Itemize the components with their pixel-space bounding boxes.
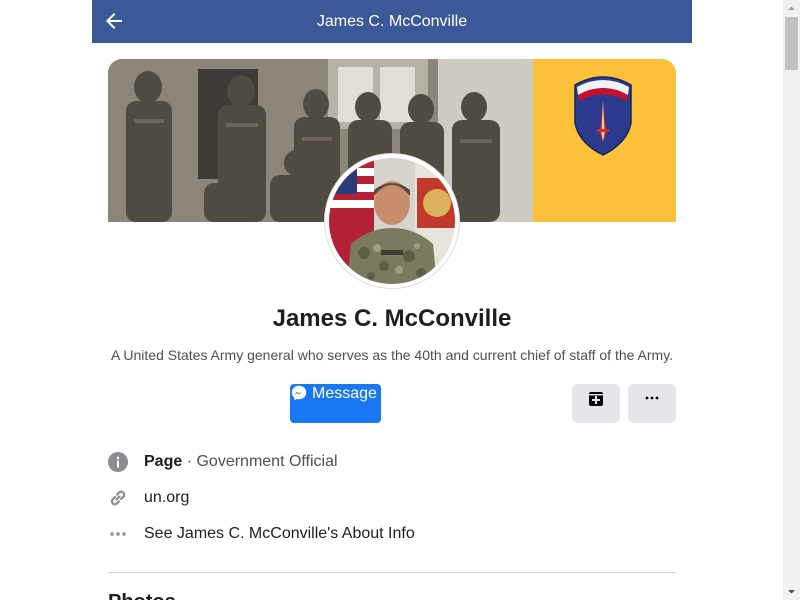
info-icon [108, 452, 128, 472]
scroll-down-button[interactable] [783, 583, 800, 600]
page-scrollbar[interactable] [783, 0, 800, 600]
save-button[interactable] [572, 384, 620, 423]
about-info-link[interactable]: See James C. McConville's About Info [144, 522, 415, 546]
link-icon [110, 490, 126, 506]
category-separator: · [182, 453, 197, 470]
page-category-value: Government Official [196, 453, 338, 470]
top-navigation-bar: James C. McConville [92, 0, 692, 43]
page-category-text: Page · Government Official [144, 450, 338, 474]
message-button[interactable]: Message [290, 384, 381, 423]
soldiers-group-image [108, 59, 533, 222]
page-type-label: Page [144, 453, 183, 470]
profile-description: A United States Army general who serves … [110, 347, 674, 363]
army-europe-insignia-icon [574, 76, 632, 156]
website-link[interactable]: un.org [144, 486, 189, 510]
viewport: James C. McConville James C. McConville … [0, 0, 800, 600]
caret-down-icon [788, 590, 795, 594]
page-category-row: Page · Government Official [108, 450, 508, 474]
website-row[interactable]: un.org [108, 486, 408, 510]
profile-portrait-image [329, 158, 455, 284]
bookmark-plus-icon [589, 392, 603, 406]
page-title: James C. McConville [316, 13, 468, 30]
messenger-icon [291, 385, 307, 401]
photos-section-heading: Photos [108, 590, 176, 600]
scroll-up-button[interactable] [783, 0, 800, 17]
more-dots-icon [110, 532, 126, 536]
more-dots-icon [645, 396, 659, 400]
profile-avatar[interactable] [325, 154, 459, 288]
message-button-label: Message [312, 385, 377, 402]
profile-name: James C. McConville [272, 305, 512, 332]
about-info-row[interactable]: See James C. McConville's About Info [108, 522, 528, 546]
cover-historic-photo [108, 59, 533, 222]
caret-up-icon [788, 6, 795, 10]
section-divider [108, 572, 676, 573]
more-options-button[interactable] [628, 384, 676, 423]
scroll-thumb[interactable] [785, 17, 798, 70]
cover-insignia-panel [533, 59, 676, 222]
